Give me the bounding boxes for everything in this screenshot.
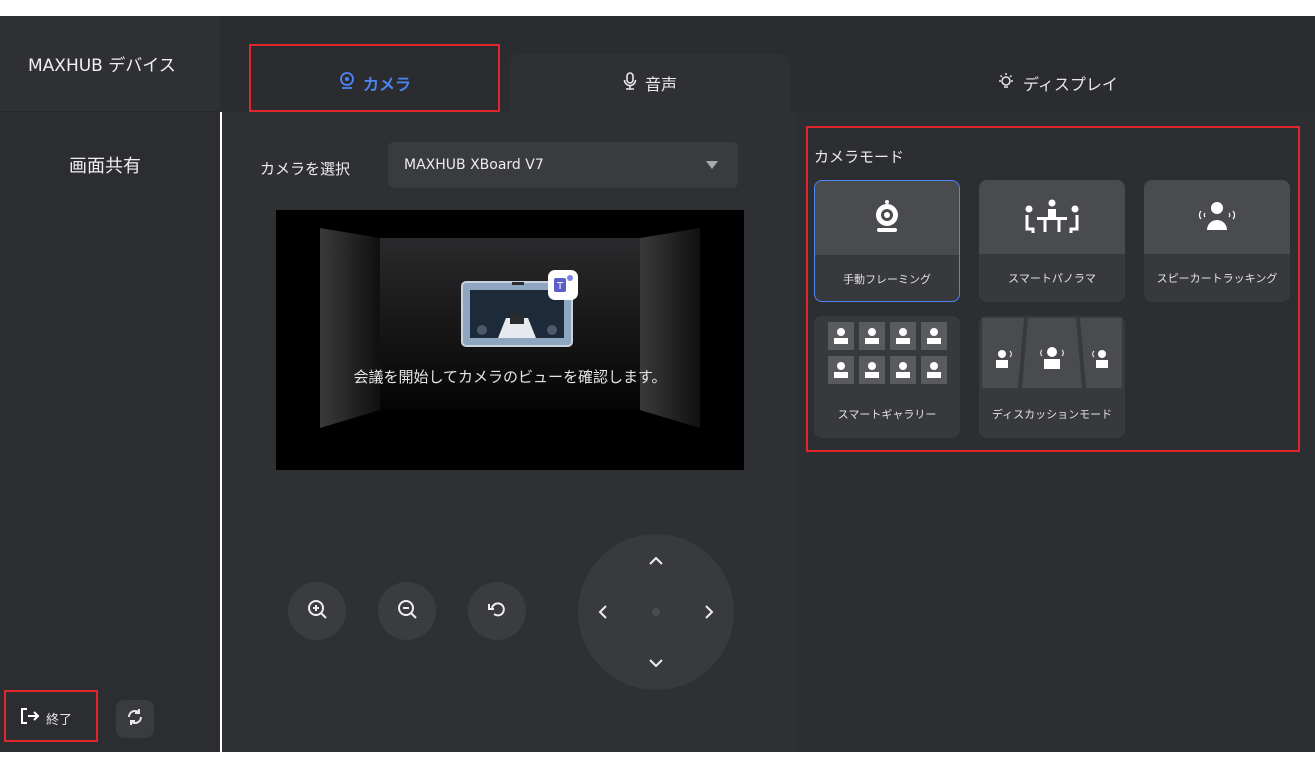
pan-tilt-dpad [578, 534, 734, 690]
camera-settings-panel: カメラを選択 MAXHUB XBoard V7 T 会議を開始してカメラのビュー… [222, 112, 796, 752]
tab-camera-label: カメラ [362, 75, 411, 94]
dpad-center [652, 608, 660, 616]
webcam-icon [876, 200, 898, 232]
mode-card-smart-panorama[interactable]: スマートパノラマ [979, 180, 1125, 302]
tab-display[interactable]: ディスプレイ [800, 54, 1315, 112]
svg-text:T: T [556, 281, 564, 292]
mode-card-speaker-tracking[interactable]: スピーカートラッキング [1144, 180, 1290, 302]
camera-preview: T 会議を開始してカメラのビューを確認します。 [276, 210, 744, 470]
exit-icon [20, 707, 40, 730]
reset-view-button[interactable] [468, 582, 526, 640]
sidebar-item-screen-share[interactable]: 画面共有 [0, 152, 210, 178]
zoom-in-button[interactable] [288, 582, 346, 640]
chevron-down-icon [649, 659, 663, 668]
tab-display-label: ディスプレイ [1023, 75, 1118, 94]
discussion-icon [982, 318, 1122, 388]
mode-label: 手動フレーミング [843, 273, 931, 286]
mode-label: ディスカッションモード [991, 408, 1113, 421]
mode-card-discussion[interactable]: ディスカッションモード [979, 316, 1125, 438]
chevron-up-icon [649, 556, 663, 565]
preview-message: 会議を開始してカメラのビューを確認します。 [353, 368, 667, 386]
microphone-icon [623, 72, 637, 94]
camera-mode-title: カメラモード [814, 148, 905, 166]
camera-select-label: カメラを選択 [260, 160, 351, 178]
mode-card-smart-gallery[interactable]: スマートギャラリー [814, 316, 960, 438]
camera-icon [339, 72, 355, 94]
zoom-in-icon [306, 598, 328, 624]
camera-select-value: MAXHUB XBoard V7 [404, 157, 544, 173]
refresh-icon [125, 707, 145, 731]
chevron-left-icon [598, 605, 607, 619]
gallery-grid-icon [828, 322, 947, 384]
mode-label: スマートギャラリー [837, 408, 937, 421]
sidebar: MAXHUB デバイス 画面共有 終了 [0, 16, 220, 752]
chevron-down-icon [706, 161, 718, 169]
pan-up-button[interactable] [641, 546, 671, 576]
zoom-out-button[interactable] [378, 582, 436, 640]
pan-left-button[interactable] [588, 597, 618, 627]
pan-right-button[interactable] [694, 597, 724, 627]
pan-down-button[interactable] [641, 648, 671, 678]
bulb-icon [997, 72, 1015, 94]
exit-label: 終了 [46, 712, 73, 728]
room-illustration: T [320, 228, 700, 428]
mode-card-manual-framing[interactable]: 手動フレーミング [814, 180, 960, 302]
tab-audio-label: 音声 [644, 75, 677, 94]
camera-select-dropdown[interactable]: MAXHUB XBoard V7 [388, 142, 738, 188]
chevron-right-icon [705, 605, 714, 619]
zoom-out-icon [396, 598, 418, 624]
mode-label: スマートパノラマ [1008, 272, 1096, 285]
mode-label: スピーカートラッキング [1156, 272, 1278, 285]
undo-icon [487, 599, 507, 623]
speaker-tracking-icon [1198, 202, 1236, 230]
meeting-table-icon [1025, 199, 1079, 233]
camera-mode-panel: カメラモード 手動フレーミング スマートパノラマ スピーカートラッキング スマー… [796, 112, 1315, 752]
exit-button[interactable]: 終了 [14, 699, 92, 737]
top-tab-bar: カメラ 音声 ディスプレイ [220, 16, 1315, 112]
sidebar-title: MAXHUB デバイス [0, 16, 220, 112]
tab-camera[interactable]: カメラ [250, 54, 500, 112]
tab-audio[interactable]: 音声 [510, 54, 790, 112]
refresh-button[interactable] [116, 700, 154, 738]
